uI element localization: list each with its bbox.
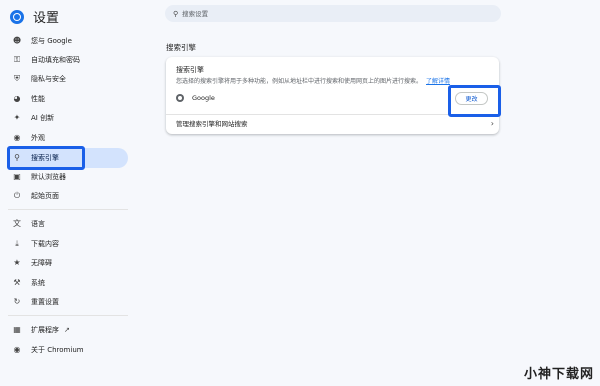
sidebar-item-label: 外观: [31, 134, 45, 142]
sidebar-item-appearance[interactable]: ◉ 外观: [8, 128, 128, 148]
current-engine: Google: [176, 94, 215, 102]
sidebar-item-accessibility[interactable]: ★ 无障碍: [8, 253, 128, 273]
divider: [8, 209, 128, 210]
sidebar-item-label: 扩展程序: [31, 326, 59, 334]
globe-icon: [176, 94, 184, 102]
sidebar-item-label: 性能: [31, 95, 45, 103]
sidebar-item-downloads[interactable]: ⤓ 下载内容: [8, 234, 128, 254]
browser-icon: ▣: [13, 172, 21, 181]
card-title: 搜索引擎: [176, 66, 204, 74]
search-input[interactable]: [182, 9, 483, 18]
sidebar-item-label: 重置设置: [31, 298, 59, 306]
sidebar-item-label: 默认浏览器: [31, 173, 66, 181]
sidebar-item-label: 语言: [31, 220, 45, 228]
sidebar-item-label: 下载内容: [31, 240, 59, 248]
key-icon: ⚿: [13, 55, 21, 64]
puzzle-icon: ▦: [13, 325, 21, 334]
sidebar-item-label: AI 创新: [31, 114, 55, 122]
chevron-right-icon: ›: [490, 118, 494, 128]
sidebar-item-label: 系统: [31, 279, 45, 287]
speedometer-icon: ◕: [13, 94, 21, 103]
chromium-logo-icon: [10, 9, 24, 24]
sidebar-item-extensions[interactable]: ▦ 扩展程序 ↗: [8, 320, 128, 340]
manage-search-engines-row[interactable]: 管理搜索引擎和网站搜索 ›: [176, 116, 494, 130]
reset-icon: ↻: [13, 297, 21, 306]
sidebar-item-ai[interactable]: ✦ AI 创新: [8, 108, 128, 128]
search-icon: ⚲: [173, 9, 179, 18]
shield-icon: ⛨: [14, 74, 20, 83]
engine-name: Google: [192, 94, 215, 102]
watermark: 小神下载网: [523, 367, 594, 382]
translate-icon: 文: [13, 219, 21, 228]
description-text: 您选择的搜索引擎将用于多种功能，例如从地址栏中进行搜索和使用网页上的图片进行搜索…: [176, 78, 423, 85]
person-icon: ☻: [12, 36, 22, 45]
sidebar-item-label: 无障碍: [31, 259, 52, 267]
open-in-new-icon: ↗: [64, 326, 70, 334]
sidebar-item-reset[interactable]: ↻ 重置设置: [8, 292, 128, 312]
card-description: 您选择的搜索引擎将用于多种功能，例如从地址栏中进行搜索和使用网页上的图片进行搜索…: [176, 76, 450, 85]
sparkle-icon: ✦: [13, 113, 21, 122]
app-header: 设置: [10, 7, 59, 26]
learn-more-link[interactable]: 了解详情: [426, 78, 450, 85]
palette-icon: ◉: [13, 133, 21, 142]
search-bar[interactable]: ⚲: [165, 5, 501, 22]
divider: [8, 315, 128, 316]
sidebar-item-performance[interactable]: ◕ 性能: [8, 89, 128, 109]
page-title: 设置: [33, 11, 60, 26]
sidebar: 设置 ☻ 您与 Google ⚿ 自动填充和密码 ⛨ 隐私与安全 ◕ 性能 ✦ …: [0, 0, 132, 386]
sidebar-item-autofill[interactable]: ⚿ 自动填充和密码: [8, 50, 128, 70]
sidebar-item-default-browser[interactable]: ▣ 默认浏览器: [8, 167, 128, 187]
sidebar-item-on-startup[interactable]: ⏻ 起始页面: [8, 186, 128, 206]
section-title: 搜索引擎: [166, 43, 196, 52]
sidebar-item-about[interactable]: ◉ 关于 Chromium: [8, 340, 128, 360]
wrench-icon: ⚒: [13, 278, 21, 287]
accessibility-icon: ★: [13, 258, 21, 267]
manage-label: 管理搜索引擎和网站搜索: [176, 120, 248, 128]
download-icon: ⤓: [15, 239, 19, 248]
sidebar-item-label: 隐私与安全: [31, 75, 66, 83]
highlight-box: [448, 85, 501, 117]
sidebar-item-label: 您与 Google: [31, 37, 72, 45]
sidebar-item-languages[interactable]: 文 语言: [8, 214, 128, 234]
sidebar-item-label: 自动填充和密码: [31, 56, 80, 64]
sidebar-item-label: 起始页面: [31, 192, 59, 200]
sidebar-item-label: 关于 Chromium: [31, 346, 84, 354]
sidebar-item-privacy[interactable]: ⛨ 隐私与安全: [8, 69, 128, 89]
sidebar-item-you-and-google[interactable]: ☻ 您与 Google: [8, 31, 128, 51]
power-icon: ⏻: [13, 191, 21, 200]
sidebar-item-system[interactable]: ⚒ 系统: [8, 273, 128, 293]
chromium-icon: ◉: [13, 345, 21, 354]
highlight-box: [7, 146, 85, 170]
